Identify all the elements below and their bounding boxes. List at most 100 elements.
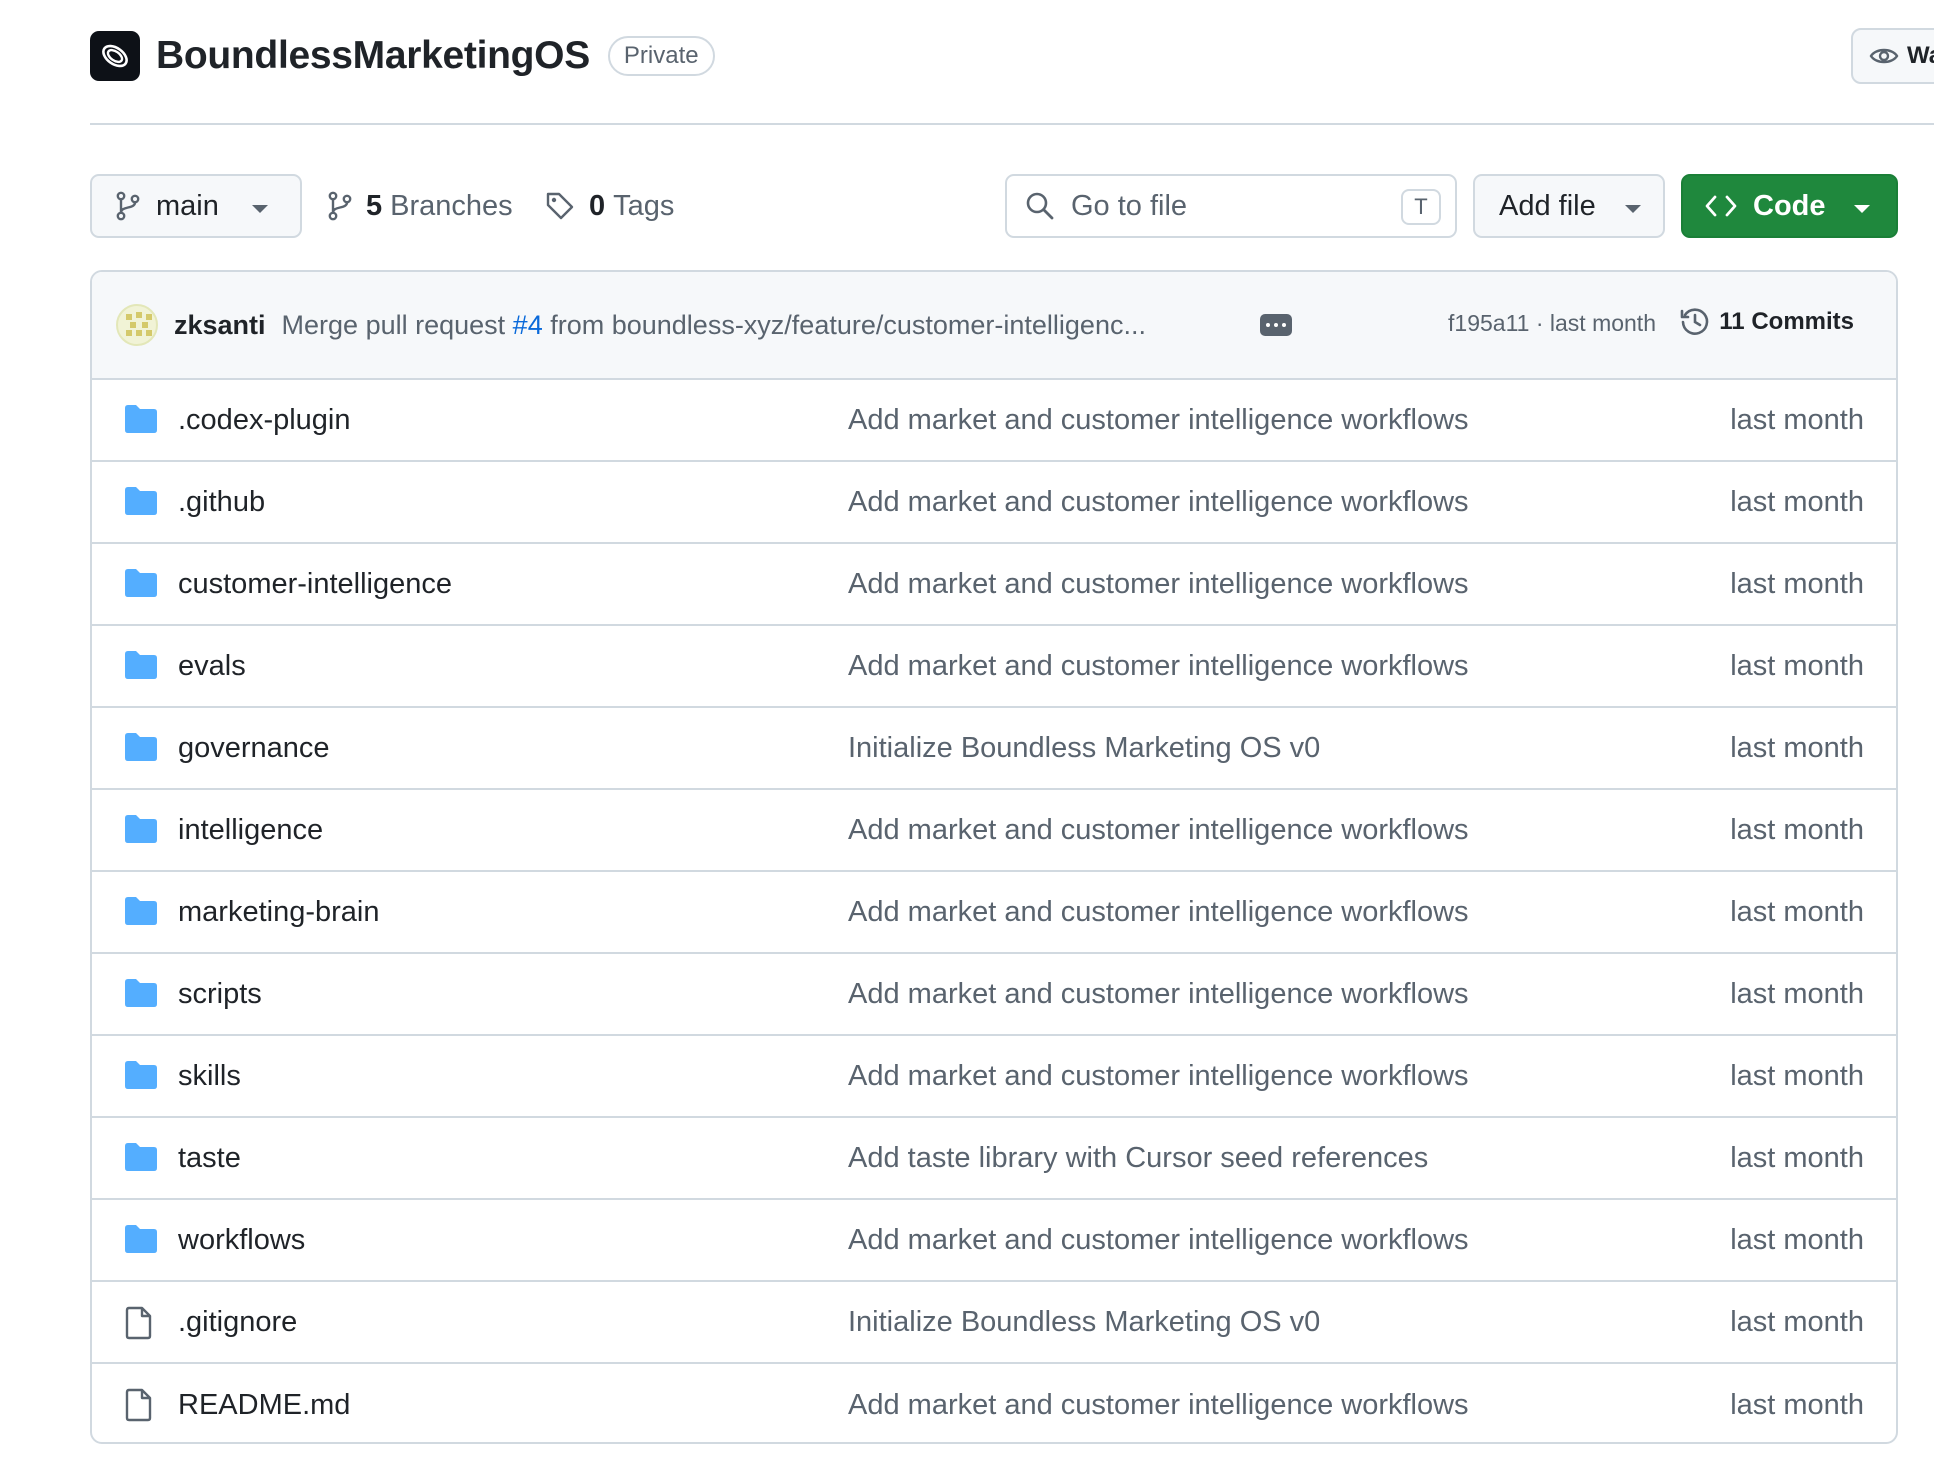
file-icon	[124, 1388, 158, 1422]
file-commit-message-link[interactable]: Add market and customer intelligence wor…	[848, 650, 1469, 683]
branches-link[interactable]: 5 Branches	[328, 174, 513, 238]
file-name-link[interactable]: .codex-plugin	[178, 404, 351, 437]
file-name-link[interactable]: .gitignore	[178, 1306, 297, 1339]
file-commit-message-link[interactable]: Add market and customer intelligence wor…	[848, 896, 1469, 929]
chevron-down-icon	[1625, 205, 1641, 213]
file-commit-date: last month	[1730, 895, 1864, 928]
git-branch-icon	[328, 191, 352, 221]
tags-link[interactable]: 0 Tags	[545, 174, 674, 238]
file-row[interactable]: governance Initialize Boundless Marketing…	[92, 708, 1896, 790]
code-icon	[1705, 195, 1737, 217]
git-branch-icon	[116, 191, 140, 221]
file-name-link[interactable]: skills	[178, 1060, 241, 1093]
file-commit-message-link[interactable]: Add market and customer intelligence wor…	[848, 568, 1469, 601]
file-commit-date: last month	[1730, 485, 1864, 518]
file-name-link[interactable]: .github	[178, 486, 265, 519]
folder-icon	[124, 732, 158, 762]
file-row[interactable]: customer-intelligence Add market and cust…	[92, 544, 1896, 626]
file-commit-date: last month	[1730, 567, 1864, 600]
file-browser: zksanti Merge pull request #4 from bound…	[90, 270, 1898, 1444]
file-commit-message-link[interactable]: Initialize Boundless Marketing OS v0	[848, 732, 1320, 765]
file-name-link[interactable]: evals	[178, 650, 246, 683]
file-row[interactable]: skills Add market and customer intelligen…	[92, 1036, 1896, 1118]
file-row[interactable]: intelligence Add market and customer inte…	[92, 790, 1896, 872]
commit-author-link[interactable]: zksanti	[174, 310, 266, 341]
tags-count: 0	[589, 189, 606, 222]
file-commit-message-link[interactable]: Add market and customer intelligence wor…	[848, 978, 1469, 1011]
go-to-file-search[interactable]: T	[1005, 174, 1457, 238]
add-file-label: Add file	[1499, 189, 1596, 222]
file-row[interactable]: marketing-brain Add market and customer i…	[92, 872, 1896, 954]
folder-icon	[124, 486, 158, 516]
folder-icon	[124, 568, 158, 598]
file-commit-message-link[interactable]: Add market and customer intelligence wor…	[848, 1224, 1469, 1257]
file-row[interactable]: scripts Add market and customer intellige…	[92, 954, 1896, 1036]
commit-sha-link[interactable]: f195a11 · last month	[1448, 310, 1656, 337]
keyboard-shortcut-hint: T	[1401, 189, 1441, 225]
code-button[interactable]: Code	[1681, 174, 1898, 238]
branches-count: 5	[366, 189, 383, 222]
file-name-link[interactable]: intelligence	[178, 814, 323, 847]
go-to-file-input[interactable]	[1071, 189, 1371, 223]
commits-history-link[interactable]: 11 Commits	[1679, 306, 1854, 338]
file-row[interactable]: .codex-plugin Add market and customer int…	[92, 380, 1896, 462]
repo-logo-icon[interactable]	[90, 31, 140, 81]
folder-icon	[124, 814, 158, 844]
header-divider	[90, 123, 1934, 125]
eye-icon	[1869, 48, 1899, 64]
file-row[interactable]: workflows Add market and customer intelli…	[92, 1200, 1896, 1282]
file-row[interactable]: .gitignore Initialize Boundless Marketing…	[92, 1282, 1896, 1364]
file-row[interactable]: evals Add market and customer intelligenc…	[92, 626, 1896, 708]
folder-icon	[124, 650, 158, 680]
file-name-link[interactable]: taste	[178, 1142, 241, 1175]
branches-label: Branches	[390, 189, 513, 222]
folder-icon	[124, 1224, 158, 1254]
folder-icon	[124, 1060, 158, 1090]
tag-icon	[546, 192, 574, 220]
commit-message-link[interactable]: Merge pull request #4 from boundless-xyz…	[282, 310, 1146, 341]
file-commit-message-link[interactable]: Add market and customer intelligence wor…	[848, 404, 1469, 437]
branch-select-button[interactable]: main	[90, 174, 302, 238]
file-commit-date: last month	[1730, 649, 1864, 682]
watch-button[interactable]: Watch	[1851, 28, 1934, 84]
folder-icon	[124, 1142, 158, 1172]
expand-commit-message-button[interactable]	[1260, 314, 1292, 336]
file-commit-date: last month	[1730, 403, 1864, 436]
commit-message-suffix: from boundless-xyz/feature/customer-inte…	[542, 309, 1146, 340]
pull-request-link[interactable]: #4	[513, 310, 543, 340]
file-name-link[interactable]: governance	[178, 732, 330, 765]
chevron-down-icon	[252, 205, 268, 213]
file-row[interactable]: README.md Add market and customer intelli…	[92, 1364, 1896, 1442]
commit-message-prefix: Merge pull request	[281, 309, 513, 340]
file-commit-message-link[interactable]: Add market and customer intelligence wor…	[848, 814, 1469, 847]
file-row[interactable]: taste Add taste library with Cursor seed …	[92, 1118, 1896, 1200]
file-name-link[interactable]: README.md	[178, 1389, 350, 1422]
chevron-down-icon	[1854, 205, 1870, 213]
file-commit-message-link[interactable]: Add market and customer intelligence wor…	[848, 486, 1469, 519]
branch-name: main	[156, 189, 219, 222]
repo-name-link[interactable]: BoundlessMarketingOS	[156, 34, 590, 78]
folder-icon	[124, 978, 158, 1008]
history-icon	[1680, 308, 1709, 335]
file-commit-message-link[interactable]: Add market and customer intelligence wor…	[848, 1060, 1469, 1093]
file-commit-date: last month	[1730, 977, 1864, 1010]
tags-label: Tags	[613, 189, 675, 222]
code-label: Code	[1753, 189, 1826, 222]
file-list: .codex-plugin Add market and customer int…	[92, 380, 1896, 1442]
file-commit-date: last month	[1730, 1388, 1864, 1421]
file-commit-message-link[interactable]: Initialize Boundless Marketing OS v0	[848, 1306, 1320, 1339]
file-name-link[interactable]: scripts	[178, 978, 262, 1011]
file-name-link[interactable]: marketing-brain	[178, 896, 379, 929]
add-file-button[interactable]: Add file	[1473, 174, 1665, 238]
file-commit-message-link[interactable]: Add market and customer intelligence wor…	[848, 1389, 1469, 1422]
repo-header: BoundlessMarketingOS Private	[90, 30, 715, 82]
file-name-link[interactable]: workflows	[178, 1224, 305, 1257]
avatar[interactable]	[116, 304, 158, 346]
file-row[interactable]: .github Add market and customer intellige…	[92, 462, 1896, 544]
latest-commit-bar: zksanti Merge pull request #4 from bound…	[92, 272, 1896, 380]
file-name-link[interactable]: customer-intelligence	[178, 568, 452, 601]
file-commit-message-link[interactable]: Add taste library with Cursor seed refer…	[848, 1142, 1428, 1175]
file-commit-date: last month	[1730, 1223, 1864, 1256]
folder-icon	[124, 404, 158, 434]
file-icon	[124, 1306, 158, 1340]
